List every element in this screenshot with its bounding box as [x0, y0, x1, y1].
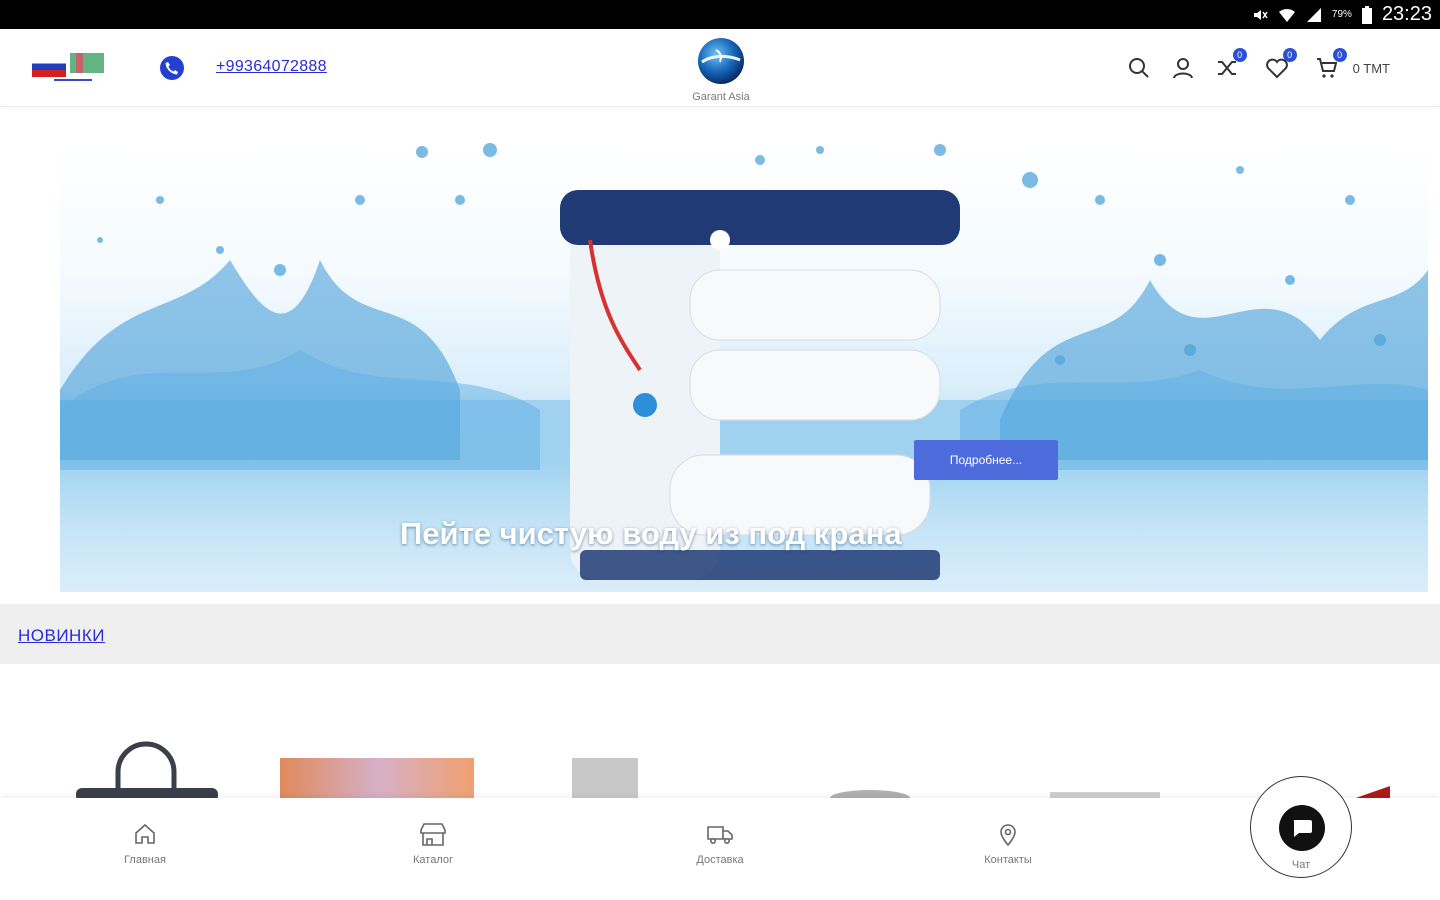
russian-flag-icon[interactable] [32, 57, 66, 77]
user-icon [1172, 58, 1193, 79]
status-bar: 79% 23:23 [0, 0, 1440, 29]
phone-link[interactable]: +99364072888 [216, 58, 327, 76]
wishlist-count-badge: 0 [1282, 48, 1297, 62]
chat-bubble [1279, 805, 1325, 851]
header-actions: 0 0 0 0 TMT [1107, 48, 1390, 84]
wishlist-button[interactable]: 0 [1265, 48, 1297, 80]
compare-count-badge: 0 [1232, 48, 1247, 62]
nav-home[interactable]: Главная [85, 822, 205, 866]
nav-delivery[interactable]: Доставка [660, 822, 780, 866]
phone-icon[interactable] [160, 56, 184, 80]
battery-icon [1361, 5, 1372, 24]
cart-total[interactable]: 0 TMT [1353, 61, 1390, 76]
wifi-icon [1278, 8, 1295, 22]
site-logo[interactable]: Garant Asia [680, 36, 762, 103]
banner-more-button[interactable]: Подробнее... [914, 440, 1058, 480]
nav-contacts[interactable]: Контакты [948, 822, 1068, 866]
nav-delivery-label: Доставка [696, 854, 744, 866]
search-icon [1128, 58, 1149, 78]
home-icon [135, 823, 155, 844]
chat-icon [1293, 820, 1312, 837]
product-carousel[interactable] [0, 740, 1440, 800]
hero-banner[interactable]: Подробнее... Пейте чистую воду из под кр… [60, 140, 1428, 592]
nav-catalog[interactable]: Каталог [373, 822, 493, 866]
signal-icon [1306, 7, 1321, 22]
cart-button[interactable]: 0 [1315, 48, 1347, 80]
nav-home-label: Главная [124, 854, 166, 866]
mute-icon [1253, 9, 1268, 20]
new-arrivals-header: НОВИНКИ [0, 604, 1440, 664]
logo-text: Garant Asia [692, 91, 750, 103]
truck-icon [707, 826, 733, 844]
nav-catalog-label: Каталог [413, 854, 453, 866]
chat-label: Чат [1291, 859, 1311, 871]
product-thumbnails [76, 741, 1390, 800]
clock: 23:23 [1381, 3, 1432, 25]
battery-percent: 79% [1331, 9, 1352, 20]
location-pin-icon [1000, 824, 1016, 846]
bottom-navigation: Главная Каталог Доставка Контакты Чат [0, 776, 1440, 900]
cart-count-badge: 0 [1332, 48, 1347, 62]
globe-logo-icon [698, 38, 744, 84]
store-icon [420, 823, 446, 846]
turkmen-flag-icon[interactable] [70, 53, 104, 73]
language-active-indicator [54, 79, 92, 81]
chat-button[interactable]: Чат [1250, 776, 1352, 878]
compare-button[interactable]: 0 [1215, 48, 1247, 80]
banner-title: Пейте чистую воду из под крана [400, 516, 902, 551]
account-button[interactable] [1171, 56, 1195, 80]
nav-contacts-label: Контакты [984, 854, 1032, 866]
new-arrivals-link[interactable]: НОВИНКИ [18, 626, 105, 646]
search-button[interactable] [1127, 56, 1151, 80]
